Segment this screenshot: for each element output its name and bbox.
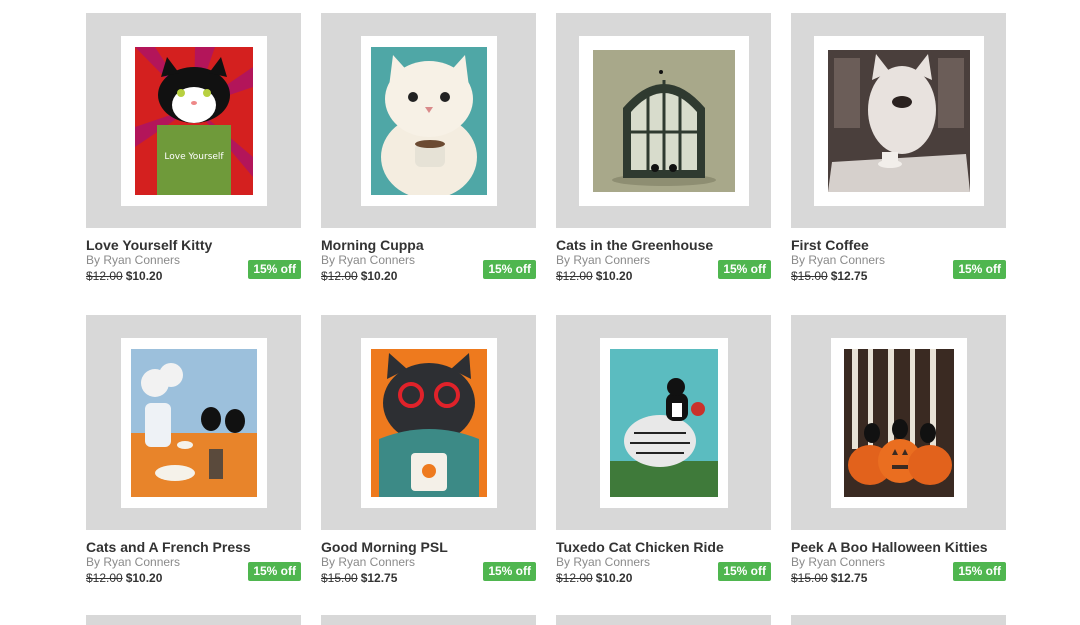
sale-price: $10.20 xyxy=(125,571,163,585)
product-thumbnail[interactable]: Love Yourself xyxy=(86,13,301,228)
original-price: $15.00 xyxy=(321,571,358,585)
price-row: $15.00 $12.75 15% off xyxy=(791,562,1006,591)
print-frame xyxy=(578,35,749,206)
art-halloween-kitties xyxy=(843,348,954,497)
discount-badge: 15% off xyxy=(483,260,536,279)
price-row: $12.00 $10.20 15% off xyxy=(86,260,301,289)
discount-badge: 15% off xyxy=(248,260,301,279)
discount-badge: 15% off xyxy=(953,260,1006,279)
sale-price: $10.20 xyxy=(125,269,163,283)
original-price: $15.00 xyxy=(791,571,828,585)
sale-price: $12.75 xyxy=(830,269,868,283)
discount-badge: 15% off xyxy=(718,562,771,581)
product-thumbnail[interactable] xyxy=(556,315,771,530)
sale-price: $10.20 xyxy=(360,269,398,283)
original-price: $15.00 xyxy=(791,269,828,283)
product-thumbnail-partial[interactable] xyxy=(791,615,1006,625)
price-row: $12.00 $10.20 15% off xyxy=(321,260,536,289)
original-price: $12.00 xyxy=(86,571,123,585)
product-thumbnail[interactable] xyxy=(86,315,301,530)
discount-badge: 15% off xyxy=(483,562,536,581)
product-thumbnail-partial[interactable] xyxy=(86,615,301,625)
product-card: Good Morning PSL By Ryan Conners $15.00 $… xyxy=(321,315,536,617)
original-price: $12.00 xyxy=(556,571,593,585)
original-price: $12.00 xyxy=(556,269,593,283)
discount-badge: 15% off xyxy=(248,562,301,581)
art-love-yourself: Love Yourself xyxy=(134,46,253,195)
print-frame xyxy=(599,337,728,508)
product-thumbnail[interactable] xyxy=(321,315,536,530)
product-title[interactable]: Cats in the Greenhouse xyxy=(556,237,771,253)
product-title[interactable]: Tuxedo Cat Chicken Ride xyxy=(556,539,771,555)
print-frame xyxy=(813,35,984,206)
discount-badge: 15% off xyxy=(718,260,771,279)
print-frame: Love Yourself xyxy=(120,35,267,206)
art-text: Love Yourself xyxy=(164,152,224,162)
sale-price: $10.20 xyxy=(595,269,633,283)
art-first-coffee xyxy=(827,49,970,192)
product-card: Peek A Boo Halloween Kitties By Ryan Con… xyxy=(791,315,1006,617)
product-thumbnail-partial[interactable] xyxy=(321,615,536,625)
print-frame xyxy=(360,35,497,206)
product-card: Love Yourself Love Yourself Kitty By Rya… xyxy=(86,13,301,315)
product-title[interactable]: First Coffee xyxy=(791,237,1006,253)
price-row: $15.00 $12.75 15% off xyxy=(321,562,536,591)
product-card: Cats and A French Press By Ryan Conners … xyxy=(86,315,301,617)
art-chicken-ride xyxy=(609,348,718,497)
price-row: $12.00 $10.20 15% off xyxy=(556,562,771,591)
art-good-morning-psl xyxy=(370,348,487,497)
art-greenhouse xyxy=(592,49,735,192)
product-title[interactable]: Morning Cuppa xyxy=(321,237,536,253)
product-thumbnail[interactable] xyxy=(791,315,1006,530)
price-row: $12.00 $10.20 15% off xyxy=(86,562,301,591)
product-thumbnail[interactable] xyxy=(321,13,536,228)
art-french-press xyxy=(130,348,257,497)
sale-price: $12.75 xyxy=(830,571,868,585)
sale-price: $12.75 xyxy=(360,571,398,585)
print-frame xyxy=(830,337,967,508)
art-morning-cuppa xyxy=(370,46,487,195)
print-frame xyxy=(120,337,267,508)
product-title[interactable]: Cats and A French Press xyxy=(86,539,301,555)
original-price: $12.00 xyxy=(86,269,123,283)
product-thumbnail-partial[interactable] xyxy=(556,615,771,625)
product-title[interactable]: Good Morning PSL xyxy=(321,539,536,555)
discount-badge: 15% off xyxy=(953,562,1006,581)
product-card: Morning Cuppa By Ryan Conners $12.00 $10.… xyxy=(321,13,536,315)
price-row: $12.00 $10.20 15% off xyxy=(556,260,771,289)
product-thumbnail[interactable] xyxy=(556,13,771,228)
product-thumbnail[interactable] xyxy=(791,13,1006,228)
product-title[interactable]: Peek A Boo Halloween Kitties xyxy=(791,539,1006,555)
product-card: Tuxedo Cat Chicken Ride By Ryan Conners … xyxy=(556,315,771,617)
product-grid: Love Yourself Love Yourself Kitty By Rya… xyxy=(86,13,1006,617)
product-card: Cats in the Greenhouse By Ryan Conners $… xyxy=(556,13,771,315)
price-row: $15.00 $12.75 15% off xyxy=(791,260,1006,289)
original-price: $12.00 xyxy=(321,269,358,283)
product-title[interactable]: Love Yourself Kitty xyxy=(86,237,301,253)
product-card: First Coffee By Ryan Conners $15.00 $12.7… xyxy=(791,13,1006,315)
sale-price: $10.20 xyxy=(595,571,633,585)
print-frame xyxy=(360,337,497,508)
